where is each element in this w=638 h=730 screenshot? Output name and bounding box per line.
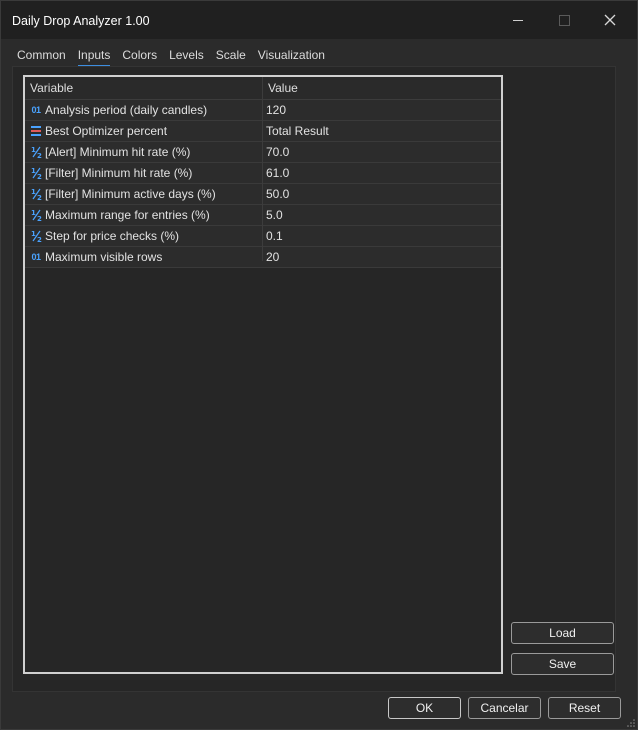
variable-value[interactable]: 50.0: [266, 184, 289, 204]
variable-value[interactable]: 0.1: [266, 226, 283, 246]
svg-text:2: 2: [37, 173, 42, 180]
tab-visualization[interactable]: Visualization: [252, 47, 331, 67]
variable-name: Analysis period (daily candles): [45, 103, 208, 117]
variable-value[interactable]: 20: [266, 247, 279, 267]
tab-common[interactable]: Common: [11, 47, 72, 67]
column-header-value[interactable]: Value: [268, 77, 298, 99]
close-button[interactable]: [587, 1, 633, 39]
variable-value[interactable]: 5.0: [266, 205, 283, 225]
title-bar[interactable]: Daily Drop Analyzer 1.00: [1, 1, 637, 39]
tab-colors[interactable]: Colors: [116, 47, 163, 67]
dialog-window: Daily Drop Analyzer 1.00 Common Inputs C…: [0, 0, 638, 730]
table-row[interactable]: 01 Maximum visible rows 20: [25, 247, 501, 268]
double-icon: 12: [29, 205, 43, 225]
enum-list-icon: [29, 121, 43, 141]
minimize-button[interactable]: [495, 1, 541, 39]
grid-header: Variable Value: [25, 77, 501, 100]
ok-button[interactable]: OK: [388, 697, 461, 719]
svg-text:2: 2: [37, 236, 42, 243]
double-icon: 12: [29, 163, 43, 183]
cancel-button[interactable]: Cancelar: [468, 697, 541, 719]
svg-text:2: 2: [37, 194, 42, 201]
variable-name: [Filter] Minimum hit rate (%): [45, 166, 193, 180]
table-row[interactable]: 12 Step for price checks (%) 0.1: [25, 226, 501, 247]
int-icon: 01: [31, 252, 41, 262]
maximize-button[interactable]: [541, 1, 587, 39]
resize-grip-icon[interactable]: [627, 719, 635, 727]
table-row[interactable]: 12 [Filter] Minimum active days (%) 50.0: [25, 184, 501, 205]
column-divider[interactable]: [262, 77, 263, 261]
variable-name: Maximum visible rows: [45, 250, 163, 264]
variable-name: [Alert] Minimum hit rate (%): [45, 145, 191, 159]
minimize-icon: [513, 19, 523, 21]
tab-scale[interactable]: Scale: [210, 47, 252, 67]
variable-value[interactable]: 120: [266, 100, 286, 120]
variable-name: Best Optimizer percent: [45, 124, 168, 138]
tab-inputs[interactable]: Inputs: [72, 47, 117, 67]
load-button[interactable]: Load: [511, 622, 614, 644]
double-icon: 12: [29, 226, 43, 246]
reset-button[interactable]: Reset: [548, 697, 621, 719]
inputs-panel: Variable Value 01 Analysis period (daily…: [12, 66, 616, 692]
window-title: Daily Drop Analyzer 1.00: [12, 14, 150, 28]
table-row[interactable]: 12 [Alert] Minimum hit rate (%) 70.0: [25, 142, 501, 163]
table-row[interactable]: 12 [Filter] Minimum hit rate (%) 61.0: [25, 163, 501, 184]
double-icon: 12: [29, 142, 43, 162]
variable-name: Maximum range for entries (%): [45, 208, 210, 222]
column-header-variable[interactable]: Variable: [30, 77, 73, 99]
variable-value[interactable]: 61.0: [266, 163, 289, 183]
int-icon: 01: [31, 105, 41, 115]
table-row[interactable]: Best Optimizer percent Total Result: [25, 121, 501, 142]
tab-bar: Common Inputs Colors Levels Scale Visual…: [11, 47, 331, 67]
double-icon: 12: [29, 184, 43, 204]
table-row[interactable]: 01 Analysis period (daily candles) 120: [25, 100, 501, 121]
inputs-grid[interactable]: Variable Value 01 Analysis period (daily…: [23, 75, 503, 674]
maximize-icon: [558, 14, 570, 26]
variable-name: Step for price checks (%): [45, 229, 180, 243]
dialog-body: Common Inputs Colors Levels Scale Visual…: [1, 39, 637, 729]
svg-text:2: 2: [37, 215, 42, 222]
close-icon: [604, 14, 616, 26]
tab-levels[interactable]: Levels: [163, 47, 210, 67]
variable-value[interactable]: 70.0: [266, 142, 289, 162]
variable-value[interactable]: Total Result: [266, 121, 329, 141]
svg-text:2: 2: [37, 152, 42, 159]
variable-name: [Filter] Minimum active days (%): [45, 187, 216, 201]
save-button[interactable]: Save: [511, 653, 614, 675]
table-row[interactable]: 12 Maximum range for entries (%) 5.0: [25, 205, 501, 226]
